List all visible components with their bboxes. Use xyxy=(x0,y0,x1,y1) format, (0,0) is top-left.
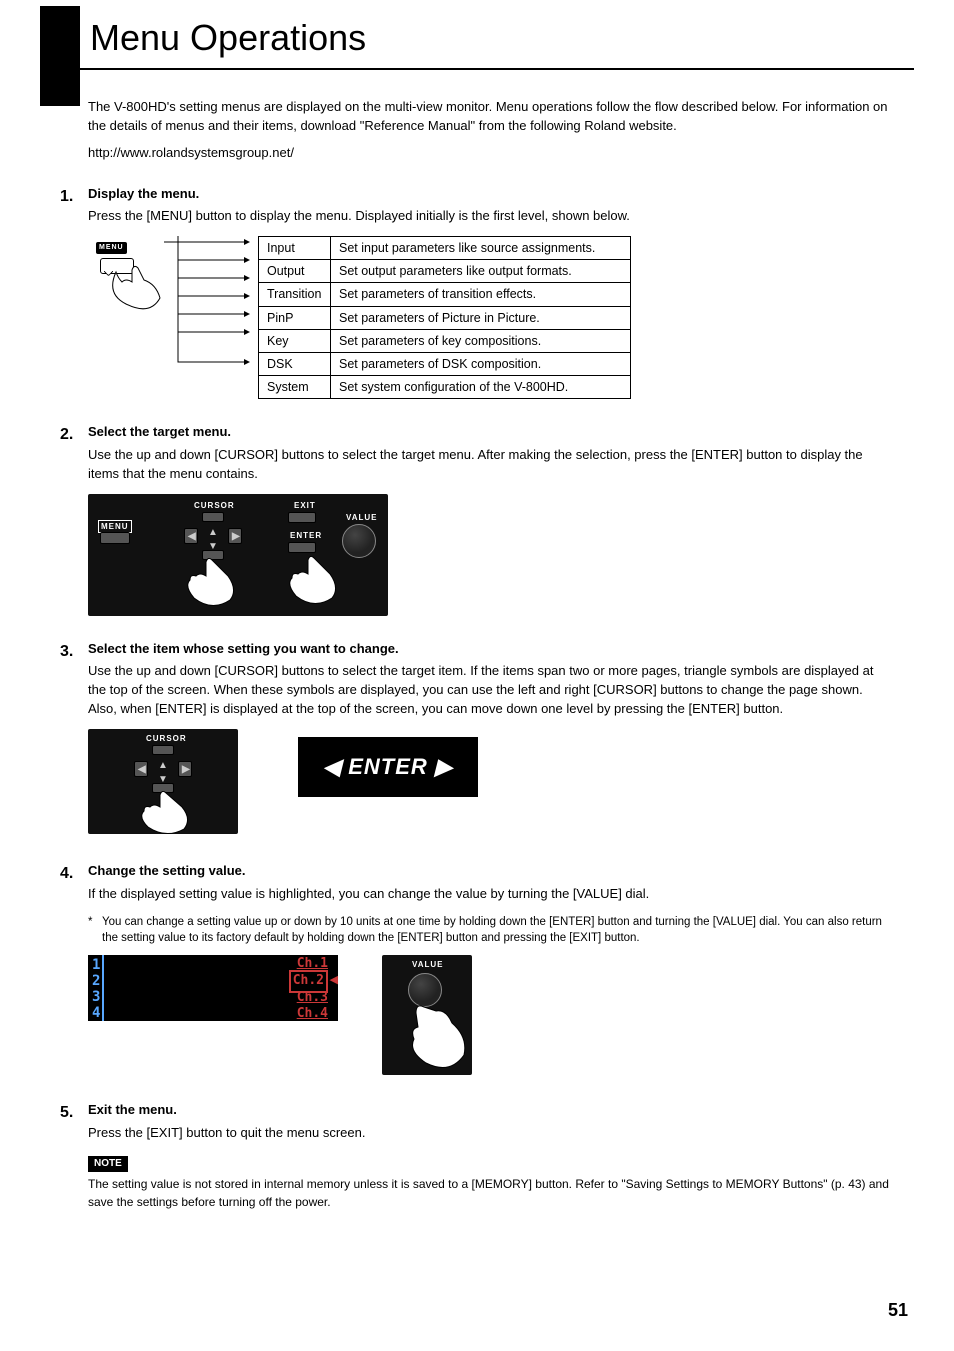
footnote-text: You can change a setting value up or dow… xyxy=(102,914,894,947)
step-5: 5. Exit the menu. Press the [EXIT] butto… xyxy=(88,1101,894,1211)
value-knob-icon xyxy=(342,524,376,558)
enter-label: ENTER xyxy=(290,530,322,542)
press-hand-icon xyxy=(108,264,168,320)
left-triangle-icon: ◀ xyxy=(323,751,348,783)
step-heading: Select the item whose setting you want t… xyxy=(88,640,894,659)
tree-lines-icon xyxy=(158,236,258,370)
press-hand-icon xyxy=(138,791,198,841)
selector-triangle-icon: ◀ xyxy=(330,973,338,989)
enter-screen-figure: ◀ ENTER ▶ xyxy=(298,737,478,797)
menu-button-icon xyxy=(100,532,130,544)
table-row: Output Set output parameters like output … xyxy=(259,260,631,283)
cursor-up-button-icon xyxy=(152,745,174,755)
cursor-label: CURSOR xyxy=(146,733,187,745)
step-number: 1. xyxy=(60,185,88,418)
intro-text: The V-800HD's setting menus are displaye… xyxy=(88,98,894,136)
menu-category: Output xyxy=(267,262,305,280)
menu-desc: Set system configuration of the V-800HD. xyxy=(331,375,631,398)
content: The V-800HD's setting menus are displaye… xyxy=(0,70,954,1211)
table-row: System Set system configuration of the V-… xyxy=(259,375,631,398)
step-heading: Exit the menu. xyxy=(88,1101,894,1120)
menu-category: Input xyxy=(267,239,295,257)
title-black-tab xyxy=(40,6,80,106)
enter-button-icon xyxy=(288,542,316,553)
table-row: Key Set parameters of key compositions. xyxy=(259,329,631,352)
step-number: 5. xyxy=(60,1101,88,1211)
step-1: 1. Display the menu. Press the [MENU] bu… xyxy=(88,185,894,418)
step-2: 2. Select the target menu. Use the up an… xyxy=(88,423,894,634)
page-title: Menu Operations xyxy=(90,12,366,68)
reference-url: http://www.rolandsystemsgroup.net/ xyxy=(88,144,894,163)
value-panel-figure: VALUE xyxy=(382,955,472,1075)
step-text: Use the up and down [CURSOR] buttons to … xyxy=(88,662,894,719)
menu-category: PinP xyxy=(267,309,293,327)
right-triangle-icon: ▶ xyxy=(428,751,453,783)
turn-hand-icon xyxy=(406,1001,476,1077)
title-wrap: Menu Operations xyxy=(40,0,914,70)
page-number: 51 xyxy=(888,1297,908,1323)
step-text: Press the [MENU] button to display the m… xyxy=(88,207,894,226)
menu-category: Transition xyxy=(267,285,321,303)
menu-desc: Set parameters of DSK composition. xyxy=(331,352,631,375)
exit-label: EXIT xyxy=(294,500,316,512)
menu-category: DSK xyxy=(267,355,293,373)
asterisk-icon: * xyxy=(88,914,102,947)
osd-list-screen: 1 2 3 4 Ch.1 Ch.2 ◀ Ch.3 Ch.4 xyxy=(88,955,338,1021)
menu-items-table: Input Set input parameters like source as… xyxy=(258,236,631,399)
press-hand-icon xyxy=(184,558,244,614)
cursor-label: CURSOR xyxy=(194,500,235,512)
menu-tree-figure: MENU Input Set input parameters like sour… xyxy=(88,236,894,399)
table-row: Input Set input parameters like source as… xyxy=(259,237,631,260)
step-heading: Change the setting value. xyxy=(88,862,894,881)
cursor-enter-panel-figure: MENU CURSOR ▲ ▼ ◀ ▶ EXIT ENTER VALUE xyxy=(88,494,388,616)
exit-button-icon xyxy=(288,512,316,523)
step-text: If the displayed setting value is highli… xyxy=(88,885,894,904)
enter-label: ENTER xyxy=(348,751,428,783)
step-number: 3. xyxy=(60,640,88,856)
note-text: The setting value is not stored in inter… xyxy=(88,1176,894,1211)
menu-desc: Set output parameters like output format… xyxy=(331,260,631,283)
menu-desc: Set parameters of Picture in Picture. xyxy=(331,306,631,329)
cursor-enter-figure: CURSOR ▲ ▼ ◀ ▶ ◀ ENTER ▶ xyxy=(88,729,894,834)
menu-desc: Set input parameters like source assignm… xyxy=(331,237,631,260)
table-row: DSK Set parameters of DSK composition. xyxy=(259,352,631,375)
list-num: 4 xyxy=(92,1003,100,1023)
step-text: Use the up and down [CURSOR] buttons to … xyxy=(88,446,894,484)
table-row: Transition Set parameters of transition e… xyxy=(259,283,631,306)
menu-category: System xyxy=(267,378,309,396)
menu-desc: Set parameters of transition effects. xyxy=(331,283,631,306)
footnote: * You can change a setting value up or d… xyxy=(88,914,894,947)
step-4: 4. Change the setting value. If the disp… xyxy=(88,862,894,1095)
step-text: Press the [EXIT] button to quit the menu… xyxy=(88,1124,894,1143)
menu-category: Key xyxy=(267,332,289,350)
step-heading: Select the target menu. xyxy=(88,423,894,442)
value-label: VALUE xyxy=(412,959,444,971)
list-ch: Ch.4 xyxy=(297,1005,328,1024)
table-row: PinP Set parameters of Picture in Picture… xyxy=(259,306,631,329)
press-hand-icon xyxy=(286,556,346,612)
step-3: 3. Select the item whose setting you wan… xyxy=(88,640,894,856)
value-label: VALUE xyxy=(346,512,378,524)
note-label: NOTE xyxy=(88,1156,128,1173)
step-number: 2. xyxy=(60,423,88,634)
step-number: 4. xyxy=(60,862,88,1095)
cursor-up-button-icon xyxy=(202,512,224,522)
menu-desc: Set parameters of key compositions. xyxy=(331,329,631,352)
menu-button-label: MENU xyxy=(96,242,127,254)
step-heading: Display the menu. xyxy=(88,185,894,204)
value-dial-figure: 1 2 3 4 Ch.1 Ch.2 ◀ Ch.3 Ch.4 VALUE xyxy=(88,955,894,1075)
